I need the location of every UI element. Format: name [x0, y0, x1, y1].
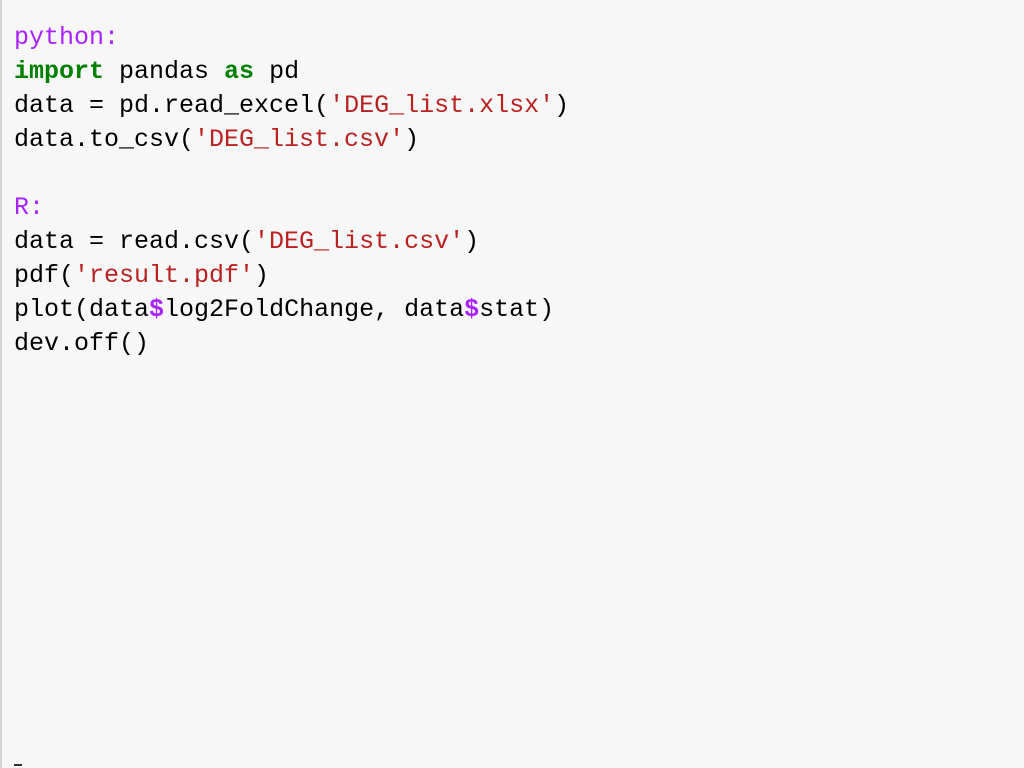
code-token-plain: )	[254, 261, 270, 290]
code-token-plain: )	[464, 227, 480, 256]
code-line: pdf('result.pdf')	[14, 259, 569, 293]
code-block[interactable]: python: import pandas as pd data = pd.read…	[14, 21, 569, 361]
code-token-plain: plot(data	[14, 295, 150, 324]
code-token-str: 'DEG_list.xlsx'	[329, 91, 555, 120]
code-token-kw: as	[224, 57, 255, 86]
code-line: R:	[14, 191, 569, 225]
text-cursor	[14, 764, 22, 766]
code-token-plain: )	[554, 91, 570, 120]
code-line: data = pd.read_excel('DEG_list.xlsx')	[14, 89, 569, 123]
code-line: plot(data$log2FoldChange, data$stat)	[14, 293, 569, 327]
code-token-plain: pd	[254, 57, 300, 86]
code-line: python:	[14, 21, 569, 55]
code-token-kw: import	[14, 57, 105, 86]
code-editor[interactable]: python: import pandas as pd data = pd.read…	[0, 0, 1024, 768]
code-line: data = read.csv('DEG_list.csv')	[14, 225, 569, 259]
code-token-plain: pdf(	[14, 261, 75, 290]
code-token-plain: data = pd.read_excel(	[14, 91, 330, 120]
code-line: dev.off()	[14, 327, 569, 361]
code-token-plain: data.to_csv(	[14, 125, 195, 154]
code-token-label: R:	[14, 193, 45, 222]
code-token-op: $	[149, 295, 165, 324]
code-token-str: 'DEG_list.csv'	[254, 227, 465, 256]
code-token-label: python:	[14, 23, 120, 52]
code-line: data.to_csv('DEG_list.csv')	[14, 123, 569, 157]
code-token-plain: dev.off()	[14, 329, 150, 358]
code-line: import pandas as pd	[14, 55, 569, 89]
code-token-plain: log2FoldChange, data	[164, 295, 465, 324]
code-token-plain: stat)	[479, 295, 555, 324]
code-token-plain: pandas	[104, 57, 225, 86]
code-token-str: 'DEG_list.csv'	[194, 125, 405, 154]
code-token-plain: )	[404, 125, 420, 154]
code-token-plain: data = read.csv(	[14, 227, 255, 256]
code-token-str: 'result.pdf'	[74, 261, 255, 290]
code-token-op: $	[464, 295, 480, 324]
